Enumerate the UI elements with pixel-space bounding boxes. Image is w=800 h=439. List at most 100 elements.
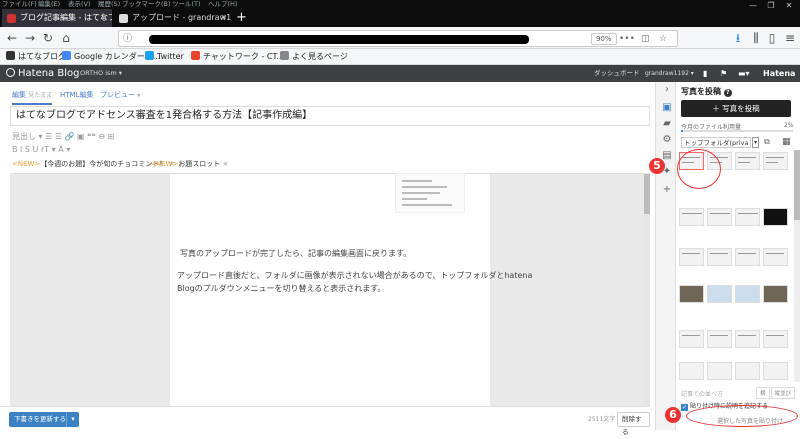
notification-icon[interactable]: ⚑	[720, 65, 727, 82]
embedded-screenshot-image[interactable]	[395, 173, 465, 213]
photo-thumbnail[interactable]	[679, 285, 704, 303]
photo-thumbnail[interactable]	[707, 248, 732, 266]
bookmark-icon[interactable]: ▮	[703, 65, 707, 82]
photo-thumbnail[interactable]	[763, 248, 788, 266]
sort-vertical-button[interactable]: 縦並び	[770, 387, 796, 399]
update-draft-button[interactable]: 下書きを更新する ▾	[9, 412, 79, 427]
chevron-down-icon[interactable]: ▾	[752, 137, 759, 148]
grid-view-icon[interactable]: ▦	[782, 137, 791, 147]
tab-preview[interactable]: プレビュー ▾	[100, 90, 140, 100]
help-icon[interactable]: ?	[723, 89, 732, 97]
bookmark-star-icon[interactable]: ☆	[659, 32, 667, 46]
photo-thumbnail[interactable]	[763, 208, 788, 226]
photo-icon[interactable]: ▣	[661, 102, 673, 114]
photo-thumbnail[interactable]	[679, 362, 704, 380]
close-window-icon[interactable]: ✕	[782, 2, 796, 10]
download-icon[interactable]: ⭳	[730, 30, 746, 46]
menu-tools[interactable]: ツール(T)	[172, 0, 201, 8]
photo-thumbnail[interactable]	[763, 285, 788, 303]
sort-horizontal-button[interactable]: 横	[756, 387, 770, 399]
monitor-icon[interactable]: ▬▾	[738, 65, 750, 82]
close-tab-icon[interactable]: ✕	[220, 9, 227, 27]
menu-file[interactable]: ファイル(F)	[2, 0, 37, 8]
photo-thumbnail[interactable]	[735, 362, 760, 380]
user-menu[interactable]: grandraw1192 ▾	[645, 65, 694, 82]
sort-options: 横縦並び	[755, 387, 796, 399]
folder-select[interactable]: トップフォルダ(priva	[681, 137, 751, 148]
menu-edit[interactable]: 編集(E)	[38, 0, 60, 8]
photo-thumbnail[interactable]	[707, 362, 732, 380]
gear-icon[interactable]: ⚙	[661, 134, 673, 146]
checkbox-checked-icon[interactable]: ✓	[681, 404, 688, 411]
calendar-icon	[62, 51, 71, 60]
photo-thumbnail[interactable]	[707, 208, 732, 226]
photo-thumbnail[interactable]	[679, 208, 704, 226]
menu-history[interactable]: 履歴(S)	[98, 0, 120, 8]
hatena-brand[interactable]: Hatena	[763, 65, 795, 82]
pocket-icon[interactable]: ◫	[641, 32, 650, 46]
back-icon[interactable]: ←	[4, 30, 20, 46]
format-toolbar-row2[interactable]: B I S U rT ▾ A ▾	[12, 145, 70, 155]
hatena-blog-logo[interactable]: Hatena Blog	[6, 65, 79, 82]
photo-thumbnail[interactable]	[707, 330, 732, 348]
photo-thumbnail[interactable]	[763, 362, 788, 380]
photo-grid-scrollbar[interactable]	[794, 150, 800, 382]
page-actions-icon[interactable]: •••	[619, 32, 635, 46]
side-tools-column: › ▣ ▰ ⚙ ▤ ✦ +	[655, 82, 675, 430]
format-toolbar-row1[interactable]: 見出し ▾ ☰ ☰ 🔗 ▣ ❝❝ ⊖ ⊞	[12, 131, 114, 141]
library-icon[interactable]: ⫼	[748, 30, 764, 46]
blog-selector[interactable]: ORTHO ism ▾	[80, 65, 122, 82]
dashboard-link[interactable]: ダッシュボード	[594, 65, 640, 82]
hatena-favicon-icon	[7, 14, 16, 23]
sort-label: 記事での並べ方	[681, 391, 724, 398]
photo-thumbnail[interactable]	[763, 152, 788, 170]
bookmark-hatena[interactable]: はてなブログ	[6, 49, 66, 65]
menu-help[interactable]: ヘルプ(H)	[208, 0, 237, 8]
url-bar[interactable]: ⓘ 90% ••• ◫ ☆	[118, 30, 678, 47]
plus-icon[interactable]: +	[661, 184, 673, 196]
save-options-dropdown[interactable]: ▾	[66, 412, 79, 427]
bookmark-chatwork[interactable]: チャットワーク - CT...	[191, 49, 284, 65]
body-paragraph-2-line2: Blogのプルダウンメニューを切り替えると表示されます。	[177, 284, 386, 293]
site-info-icon[interactable]: ⓘ	[123, 32, 132, 46]
menu-icon[interactable]: ≡	[782, 30, 798, 46]
photo-grid-scroll-thumb[interactable]	[794, 150, 800, 220]
tab-blog-editor[interactable]: ブログ記事編集 - はてなブロ ✕	[2, 9, 112, 27]
bookmark-twitter[interactable]: Twitter	[145, 49, 184, 65]
step-marker-5: 5	[649, 158, 665, 174]
photo-thumbnail[interactable]	[735, 208, 760, 226]
menu-bookmarks[interactable]: ブックマーク(B)	[122, 0, 171, 8]
external-link-icon[interactable]: ⧉	[764, 137, 770, 147]
photo-thumbnail[interactable]	[735, 248, 760, 266]
article-title-field[interactable]: はてなブログでアドセンス審査を1発合格する方法【記事作成編】	[10, 106, 650, 126]
new-tab-button[interactable]: +	[236, 9, 247, 27]
collapse-icon[interactable]: ›	[661, 84, 673, 96]
photo-thumbnail[interactable]	[707, 285, 732, 303]
post-photo-button[interactable]: ＋ 写真を投稿	[681, 100, 791, 117]
hatena-icon	[6, 51, 15, 60]
tab-upload[interactable]: アップロード - grandraw1192 ✕	[114, 9, 232, 27]
forward-icon[interactable]: →	[22, 30, 38, 46]
folder-icon[interactable]: ▰	[661, 118, 673, 130]
photo-thumbnail[interactable]	[679, 330, 704, 348]
bookmark-most-visited[interactable]: よく見るページ	[280, 49, 348, 65]
close-tab-icon[interactable]: ✕	[100, 9, 107, 27]
photo-thumbnail[interactable]	[763, 330, 788, 348]
menu-view[interactable]: 表示(V)	[68, 0, 91, 8]
home-icon[interactable]: ⌂	[58, 30, 74, 46]
photo-thumbnail[interactable]	[735, 330, 760, 348]
tab-title: ブログ記事編集 - はてなブロ	[20, 13, 112, 22]
sidebar-icon[interactable]: ▯	[764, 30, 780, 46]
photo-thumbnail[interactable]	[735, 152, 760, 170]
editor-scroll-thumb[interactable]	[644, 174, 650, 214]
minimize-icon[interactable]: —	[746, 2, 760, 10]
reload-icon[interactable]: ↻	[40, 30, 56, 46]
zoom-level[interactable]: 90%	[591, 33, 617, 45]
tab-html[interactable]: HTML編集	[60, 90, 93, 100]
photo-thumbnail[interactable]	[679, 248, 704, 266]
delete-button[interactable]: 削除する	[617, 412, 650, 436]
photo-thumbnail[interactable]	[735, 285, 760, 303]
maximize-icon[interactable]: ❐	[764, 2, 778, 10]
tag-theme-slot[interactable]: <NEW>お題スロット ×	[150, 159, 228, 169]
tab-wysiwyg[interactable]: 編集 見たまま	[12, 90, 53, 105]
